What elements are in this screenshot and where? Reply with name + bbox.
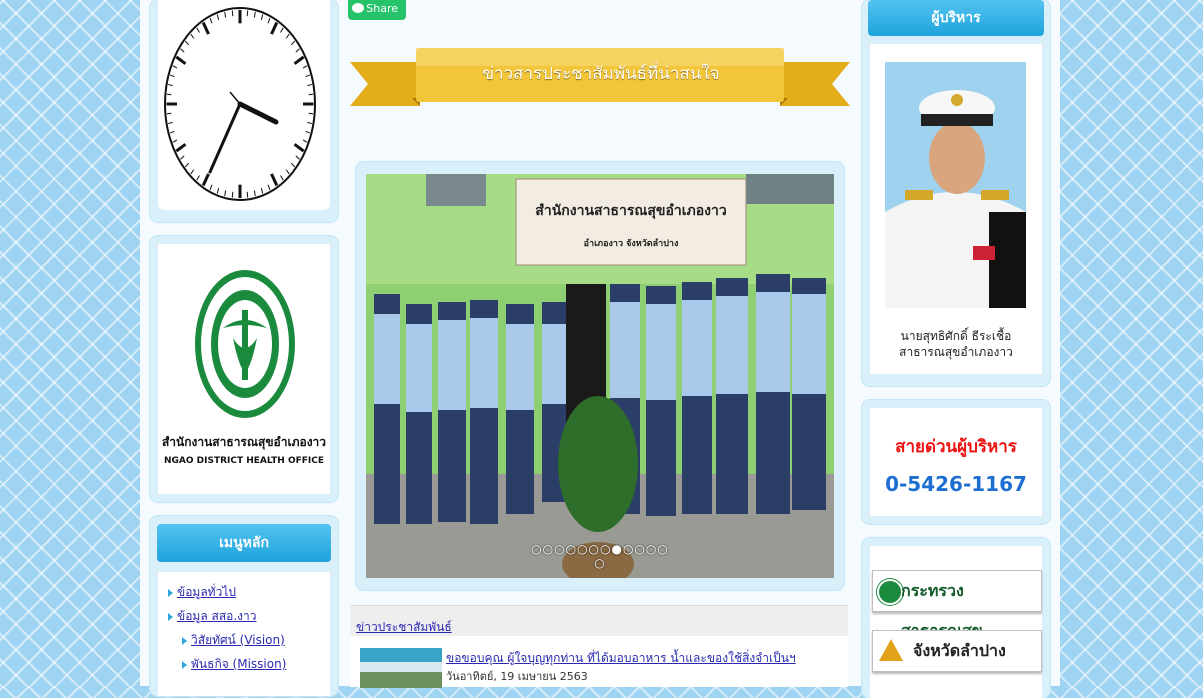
clock-minute-tick bbox=[309, 94, 313, 95]
slider-pagination[interactable]: ○○○○○○○●○○○○ ○ bbox=[366, 542, 834, 570]
hotline-title: สายด่วนผู้บริหาร bbox=[862, 433, 1050, 460]
menu-item-mission[interactable]: พันธกิจ (Mission) bbox=[168, 656, 286, 680]
menu-item-office-info[interactable]: ข้อมูล สสอ.งาว bbox=[168, 608, 286, 632]
executive-position: สาธารณสุขอำเภองาว bbox=[862, 344, 1050, 360]
clock-minute-tick bbox=[167, 113, 171, 114]
main-menu-title: เมนูหลัก bbox=[157, 524, 331, 562]
news-item-title[interactable]: ขอขอบคุณ ผู้ใจบุญทุกท่าน ที่ได้มอบอาหาร … bbox=[446, 649, 796, 668]
hotline-number[interactable]: 0-5426-1167 bbox=[862, 472, 1050, 496]
office-name-th: สำนักงานสาธารณสุขอำเภองาว bbox=[152, 433, 336, 452]
news-item-date: วันอาทิตย์, 19 เมษายน 2563 bbox=[446, 667, 588, 685]
executive-header: ผู้บริหาร bbox=[868, 0, 1044, 36]
menu-item-general-info[interactable]: ข้อมูลทั่วไป bbox=[168, 584, 286, 608]
bullet-arrow-icon bbox=[182, 637, 187, 645]
slide-sign-line1: สำนักงานสาธารณสุขอำเภองาว bbox=[516, 200, 746, 222]
line-chat-icon bbox=[352, 3, 364, 13]
news-section-header: ข่าวประชาสัมพันธ์ bbox=[350, 606, 848, 636]
hotline-panel bbox=[862, 400, 1050, 524]
link-lampang[interactable]: จังหวัดลำปาง bbox=[872, 630, 1042, 672]
bullet-arrow-icon bbox=[168, 589, 173, 597]
slide-photo[interactable] bbox=[366, 174, 834, 578]
slider-dots-overflow[interactable]: ○ bbox=[366, 556, 834, 570]
ministry-seal-icon bbox=[193, 268, 297, 420]
executive-portrait bbox=[885, 62, 1026, 308]
link-moph[interactable]: กระทรวงสาธารณสุข bbox=[872, 570, 1042, 612]
moph-logo-icon bbox=[877, 579, 903, 605]
line-share-button[interactable]: Share bbox=[348, 0, 406, 20]
lampang-emblem-icon bbox=[879, 639, 903, 661]
slider-dots[interactable]: ○○○○○○○●○○○○ bbox=[366, 542, 834, 556]
headline-title: ข่าวสารประชาสัมพันธ์ที่น่าสนใจ bbox=[416, 60, 786, 87]
slide-sign-line2: อำเภองาว จังหวัดลำปาง bbox=[516, 236, 746, 250]
main-menu-list: ข้อมูลทั่วไป ข้อมูล สสอ.งาว วิสัยทัศน์ (… bbox=[168, 584, 286, 680]
clock-minute-tick bbox=[167, 94, 171, 95]
bullet-arrow-icon bbox=[168, 613, 173, 621]
executive-name-text: นายสุทธิศักดิ์ ธีระเชื้อ bbox=[862, 328, 1050, 344]
menu-item-vision[interactable]: วิสัยทัศน์ (Vision) bbox=[168, 632, 286, 656]
news-thumbnail[interactable] bbox=[360, 648, 442, 688]
executive-name: นายสุทธิศักดิ์ ธีระเชื้อ สาธารณสุขอำเภอง… bbox=[862, 328, 1050, 360]
clock-minute-tick bbox=[309, 113, 313, 114]
news-section-link[interactable]: ข่าวประชาสัมพันธ์ bbox=[356, 618, 452, 637]
office-name-en: NGAO DISTRICT HEALTH OFFICE bbox=[152, 456, 336, 466]
bullet-arrow-icon bbox=[182, 661, 187, 669]
analog-clock bbox=[158, 0, 330, 210]
